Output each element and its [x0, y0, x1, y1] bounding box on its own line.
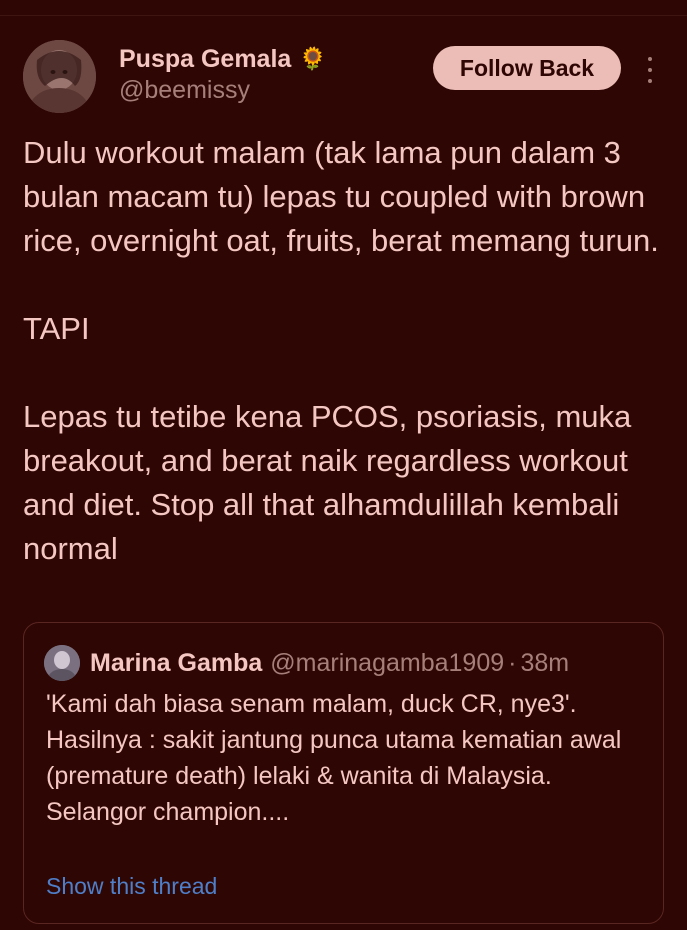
author-display-name[interactable]: Puspa Gemala: [119, 45, 291, 74]
quote-tweet-card[interactable]: Marina Gamba @marinagamba1909 · 38m 'Kam…: [23, 622, 664, 924]
author-info[interactable]: Puspa Gemala 🌻 @beemissy: [119, 42, 419, 105]
more-dot: [648, 68, 652, 72]
quote-separator: ·: [508, 648, 517, 677]
tweet-text: Dulu workout malam (tak lama pun dalam 3…: [23, 135, 659, 566]
quote-text: 'Kami dah biasa senam malam, duck CR, ny…: [46, 690, 622, 826]
author-avatar[interactable]: [23, 40, 96, 113]
more-dot: [648, 57, 652, 61]
author-handle[interactable]: @beemissy: [119, 76, 419, 105]
more-options-icon[interactable]: [640, 55, 660, 85]
more-dot: [648, 79, 652, 83]
quote-header: Marina Gamba @marinagamba1909 · 38m: [44, 645, 569, 681]
follow-back-button[interactable]: Follow Back: [433, 46, 621, 90]
author-avatar-image: [23, 40, 96, 113]
quote-author-handle: @marinagamba1909: [270, 648, 505, 677]
show-thread-link[interactable]: Show this thread: [46, 873, 217, 900]
quote-avatar-image: [44, 645, 80, 681]
quote-author-name: Marina Gamba: [90, 648, 263, 677]
quote-author-avatar: [44, 645, 80, 681]
quote-timestamp: 38m: [520, 648, 570, 677]
display-name-row: Puspa Gemala 🌻: [119, 42, 419, 76]
sunflower-icon: 🌻: [299, 46, 327, 71]
